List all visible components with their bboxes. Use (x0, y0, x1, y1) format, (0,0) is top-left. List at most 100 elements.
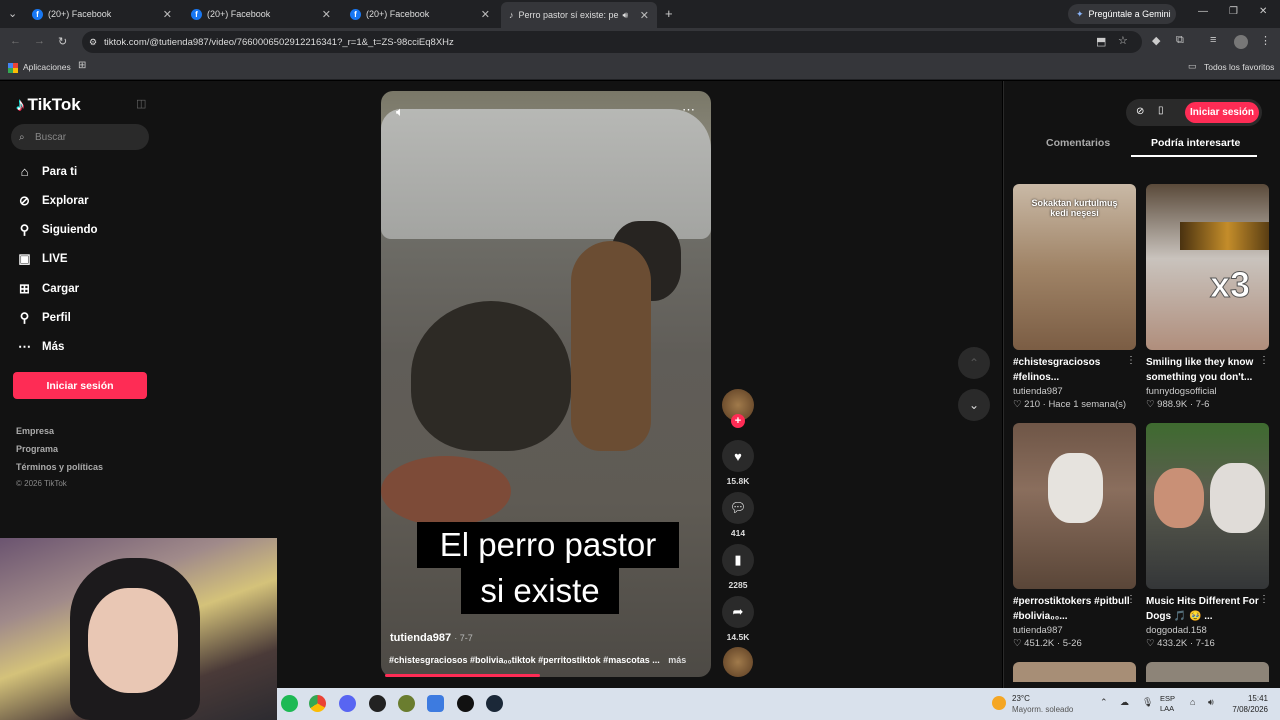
tab-facebook-3[interactable]: f (20+) Facebook ✕ (342, 0, 498, 28)
nav-siguiendo[interactable]: ⚲ Siguiendo (16, 221, 98, 238)
tab-list-icon[interactable]: ⌄ (8, 7, 17, 20)
suggested-video-card[interactable]: x3 Smiling like they know something you … (1146, 184, 1269, 410)
collapse-sidebar-icon[interactable]: ◫ (136, 97, 146, 110)
footer-link-programa[interactable]: Programa (16, 444, 58, 454)
tab-tiktok[interactable]: ♪ Perro pastor sí existe: perrit 🔊︎ ✕ (501, 2, 657, 28)
gemini-icon: ✦ (1076, 8, 1084, 19)
music-disc-icon[interactable] (723, 647, 753, 677)
close-icon[interactable]: ✕ (322, 8, 331, 21)
apps-bookmark[interactable]: Aplicaciones (23, 62, 71, 72)
home-icon: ⌂ (20, 164, 29, 179)
cloud-icon[interactable]: ☁ (1120, 697, 1129, 708)
app-icon[interactable] (398, 695, 415, 712)
close-icon[interactable]: ✕ (481, 8, 490, 21)
close-icon[interactable]: ✕ (640, 9, 649, 22)
all-bookmarks[interactable]: Todos los favoritos (1204, 62, 1274, 72)
suggested-video-card[interactable]: Sokaktan kurtulmuş kedi neşesi #chistesg… (1013, 184, 1136, 410)
bookmarks-bar: Aplicaciones ⊞ ▭ Todos los favoritos (0, 56, 1280, 80)
extension-icon[interactable]: ◆ (1152, 34, 1160, 47)
video-thumbnail[interactable] (1013, 662, 1136, 682)
obs-icon[interactable] (369, 695, 386, 712)
nav-para-ti[interactable]: ⌂ Para ti (16, 163, 78, 180)
site-info-icon[interactable]: ⚙ (89, 37, 97, 48)
install-app-icon[interactable]: ⬒ (1096, 35, 1106, 48)
volume-tray-icon[interactable]: 🔊︎ (1208, 697, 1214, 708)
address-bar[interactable]: ⚙ tiktok.com/@tutienda987/video/76600065… (82, 31, 1142, 53)
microphone-icon[interactable]: 🎙︎ (1142, 697, 1153, 708)
header-login-button[interactable]: Iniciar sesión (1185, 102, 1259, 123)
tab-facebook-1[interactable]: f (20+) Facebook ✕ (24, 0, 180, 28)
unreal-icon[interactable] (457, 695, 474, 712)
mobile-icon[interactable]: ▯ (1158, 105, 1164, 116)
menu-dots-icon[interactable]: ⋮ (1260, 34, 1271, 47)
steam-icon[interactable] (486, 695, 503, 712)
card-more-icon[interactable]: ⋮ (1259, 355, 1269, 366)
browser-tab-strip: ⌄ f (20+) Facebook ✕ f (20+) Facebook ✕ … (0, 0, 1280, 28)
card-more-icon[interactable]: ⋮ (1126, 355, 1136, 366)
nav-cargar[interactable]: ⊞ Cargar (16, 280, 79, 297)
follow-plus-icon[interactable]: + (731, 414, 745, 428)
tab-facebook-2[interactable]: f (20+) Facebook ✕ (183, 0, 339, 28)
close-icon[interactable]: ✕ (163, 8, 172, 21)
spotify-icon[interactable] (281, 695, 298, 712)
sidebar-login-button[interactable]: Iniciar sesión (13, 372, 147, 399)
tab-groups-icon[interactable]: ⊞ (78, 60, 86, 71)
save-button[interactable]: ▮ (722, 544, 754, 576)
forward-icon[interactable]: → (34, 35, 45, 47)
app-icon[interactable] (427, 695, 444, 712)
tab-comentarios[interactable]: Comentarios (1046, 137, 1110, 149)
suggested-video-card[interactable]: Music Hits Different For Dogs 🎵 🥹 ... ⋮ … (1146, 423, 1269, 649)
coin-icon[interactable]: ⊘ (1136, 106, 1144, 117)
discord-icon[interactable] (339, 695, 356, 712)
tray-chevron-icon[interactable]: ⌃ (1100, 697, 1108, 708)
bookmark-star-icon[interactable]: ☆ (1118, 34, 1128, 47)
like-button[interactable]: ♥ (722, 440, 754, 472)
maximize-icon[interactable]: ❐ (1229, 6, 1238, 17)
profile-avatar[interactable] (1234, 35, 1248, 49)
video-hashtags[interactable]: #chistesgraciosos #bolivia₀₀tiktok #perr… (389, 655, 686, 665)
clock[interactable]: 15:41 7/08/2026 (1228, 693, 1268, 715)
video-progress-bar[interactable] (385, 674, 540, 677)
volume-icon[interactable]: 🔈︎ (396, 104, 404, 120)
nav-explorar[interactable]: ⊘ Explorar (16, 192, 89, 209)
tiktok-note-icon: ♪ (16, 95, 25, 114)
nav-perfil[interactable]: ⚲ Perfil (16, 309, 71, 326)
video-more-icon[interactable]: ⋯ (682, 102, 695, 118)
tab-podria-interesarte[interactable]: Podría interesarte (1151, 137, 1240, 149)
network-icon[interactable]: ⌂ (1190, 697, 1195, 707)
extensions-puzzle-icon[interactable]: ⧉ (1176, 34, 1184, 47)
speaker-icon[interactable]: 🔊︎ (623, 10, 629, 21)
comment-button[interactable]: 💬︎ (722, 492, 754, 524)
chrome-icon[interactable] (309, 695, 326, 712)
suggested-video-card[interactable]: #perrostiktokers #pitbull #bolivia₀₀... … (1013, 423, 1136, 649)
more-link[interactable]: más (668, 655, 686, 665)
language-indicator[interactable]: ESP LAA (1160, 694, 1175, 714)
footer-link-terminos[interactable]: Términos y políticas (16, 462, 103, 472)
webcam-overlay (0, 538, 277, 720)
next-video-button[interactable]: ⌄ (958, 389, 990, 421)
apps-icon (8, 63, 18, 73)
video-thumbnail[interactable] (1146, 662, 1269, 682)
minimize-icon[interactable]: — (1198, 6, 1208, 17)
share-button[interactable]: ➦ (722, 596, 754, 628)
prev-video-button[interactable]: ⌃ (958, 347, 990, 379)
back-icon[interactable]: ← (10, 35, 21, 47)
video-thumbnail: Sokaktan kurtulmuş kedi neşesi (1013, 184, 1136, 350)
search-input[interactable]: ⌕ Buscar (11, 124, 149, 150)
nav-live[interactable]: ▣ LIVE (16, 250, 67, 267)
card-more-icon[interactable]: ⋮ (1259, 594, 1269, 605)
window-close-icon[interactable]: ✕ (1259, 6, 1267, 17)
gemini-button[interactable]: ✦ Pregúntale a Gemini (1068, 4, 1176, 24)
nav-mas[interactable]: ⋯ Más (16, 338, 64, 355)
footer-link-empresa[interactable]: Empresa (16, 426, 54, 436)
dog-shape (1048, 453, 1103, 523)
weather-widget[interactable]: 23°C Mayorm. soleado (1012, 693, 1073, 715)
weather-sun-icon (992, 696, 1006, 710)
comment-icon: 💬︎ (729, 500, 747, 515)
reload-icon[interactable]: ↻ (58, 35, 67, 48)
new-tab-icon[interactable]: + (665, 6, 673, 21)
media-control-icon[interactable]: ≡ (1210, 34, 1216, 46)
card-more-icon[interactable]: ⋮ (1126, 594, 1136, 605)
video-author[interactable]: tutienda987 · 7-7 (390, 632, 473, 644)
tiktok-logo[interactable]: ♪ TikTok (16, 95, 81, 115)
